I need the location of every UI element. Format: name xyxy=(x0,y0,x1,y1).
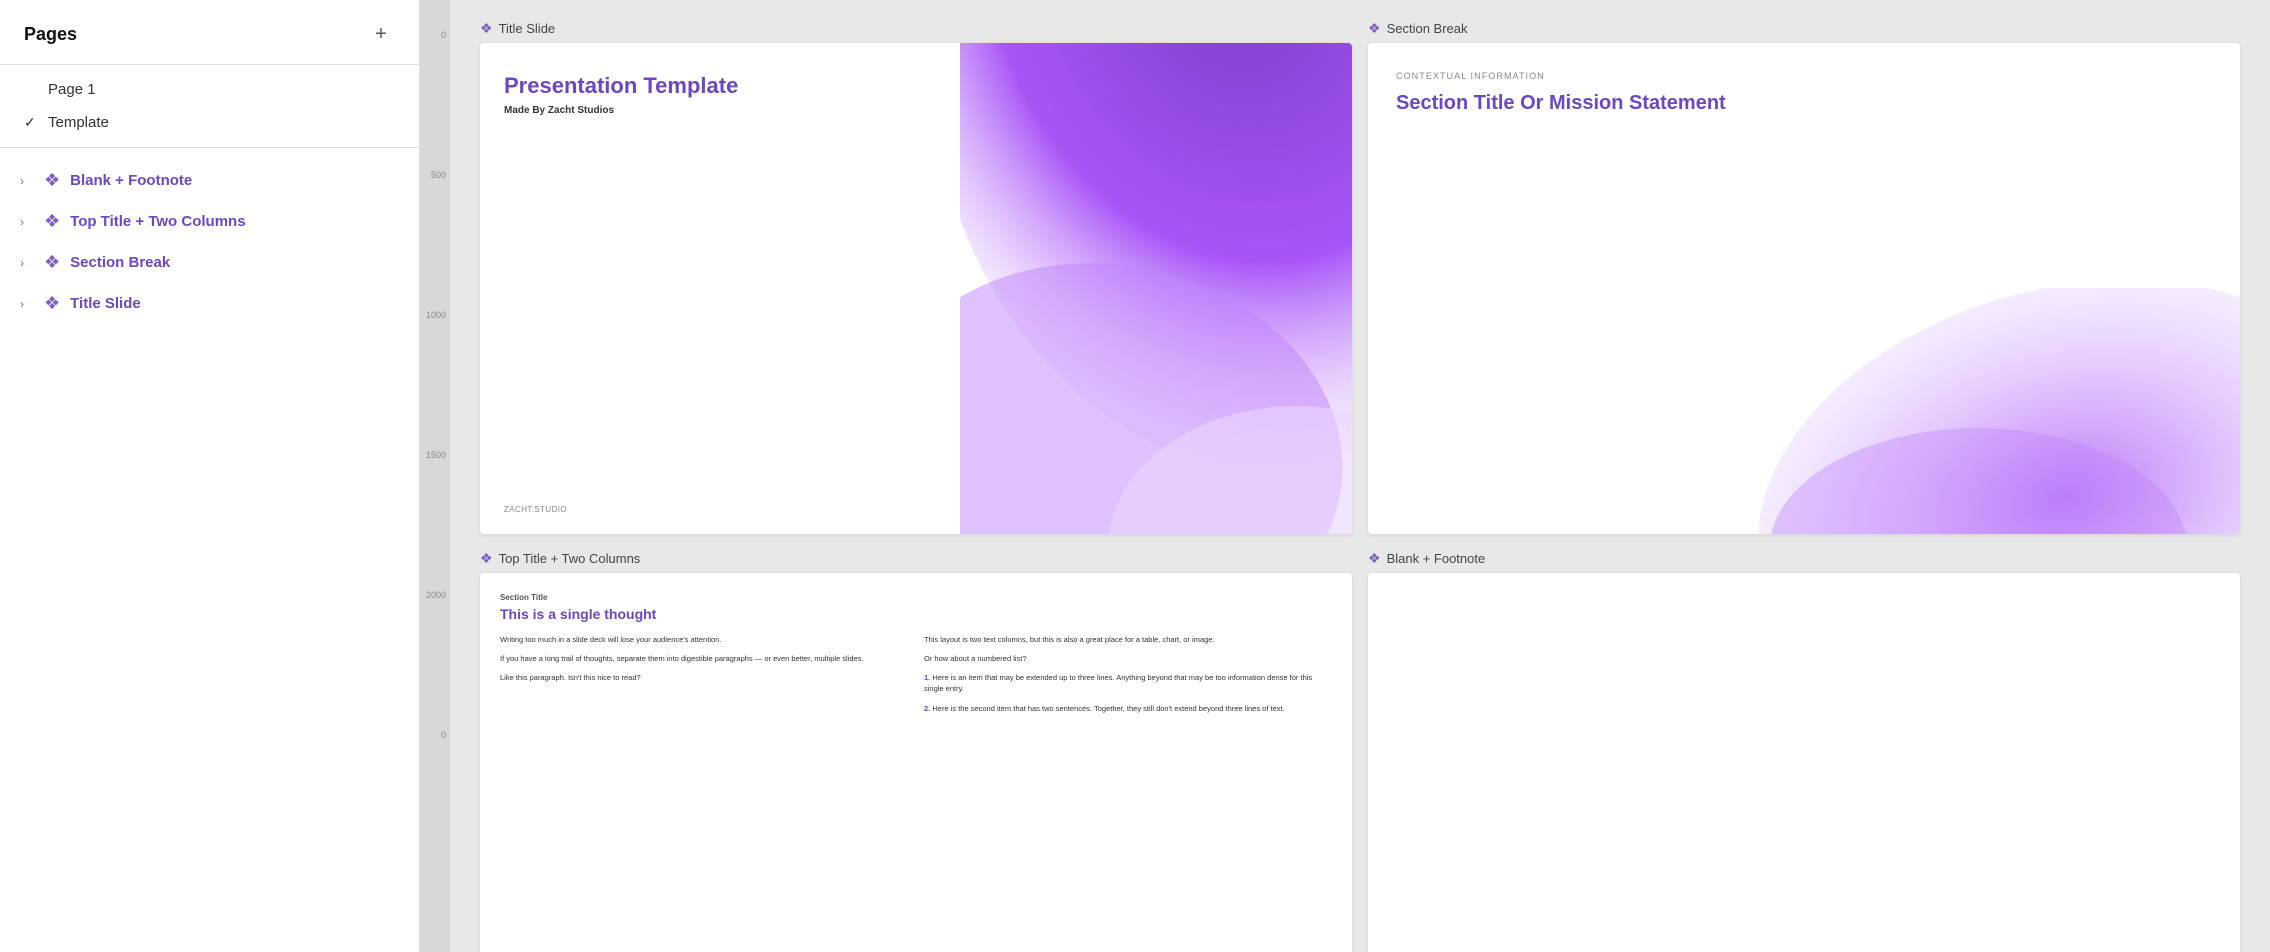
dots-icon-blank-footnote: ❖ xyxy=(1368,550,1381,567)
section-break-card[interactable]: CONTEXTUAL INFORMATION Section Title Or … xyxy=(1368,43,2240,534)
section-break-context-label: CONTEXTUAL INFORMATION xyxy=(1396,71,2212,81)
pages-list: Page 1 ✓ Template xyxy=(0,65,419,148)
section-break-label-row: ❖ Section Break xyxy=(1368,20,2240,37)
ruler-tick-0: 0 xyxy=(420,30,450,40)
two-col-right: This layout is two text columns, but thi… xyxy=(924,634,1332,952)
title-slide-main: Presentation Template Made By Zacht Stud… xyxy=(504,73,936,116)
layout-item-two-columns[interactable]: › ❖ Top Title + Two Columns xyxy=(0,201,419,242)
blank-footnote-card[interactable]: FOOTNOTE xyxy=(1368,573,2240,952)
title-slide-graphic xyxy=(960,43,1352,534)
title-slide-label: ❖ Title Slide xyxy=(480,20,1352,37)
title-slide-footer: ZACHT.STUDIO xyxy=(504,505,936,514)
grid-icon-section-break: ❖ xyxy=(44,252,60,273)
col2-num1: 1. xyxy=(924,673,930,682)
ruler-tick-1500: 1500 xyxy=(420,450,450,460)
col2-item2: 2. Here is the second item that has two … xyxy=(924,703,1332,714)
section-break-blob-graphic xyxy=(1717,288,2240,533)
ruler-tick-end: 0 xyxy=(420,730,450,740)
two-col-columns: Writing too much in a slide deck will lo… xyxy=(500,634,1332,952)
page-item-page1[interactable]: Page 1 xyxy=(0,73,419,106)
two-columns-inner: Section Title This is a single thought W… xyxy=(480,573,1352,952)
dots-icon-two-columns: ❖ xyxy=(480,550,493,567)
section-break-inner: CONTEXTUAL INFORMATION Section Title Or … xyxy=(1368,43,2240,534)
two-col-left: Writing too much in a slide deck will lo… xyxy=(500,634,908,952)
grid-icon-two-columns: ❖ xyxy=(44,211,60,232)
two-columns-label-row: ❖ Top Title + Two Columns xyxy=(480,550,1352,567)
sidebar: Pages + Page 1 ✓ Template › ❖ Blank + Fo… xyxy=(0,0,420,952)
check-icon-active: ✓ xyxy=(24,114,40,131)
dots-icon-title: ❖ xyxy=(480,20,493,37)
title-slide-card[interactable]: Presentation Template Made By Zacht Stud… xyxy=(480,43,1352,534)
grid-icon-blank-footnote: ❖ xyxy=(44,170,60,191)
blank-footnote-inner: FOOTNOTE xyxy=(1368,573,2240,952)
col1-p3: Like this paragraph. Isn't this nice to … xyxy=(500,672,908,683)
canvas-area: 0 500 1000 1500 2000 0 ❖ Title Slide Pre… xyxy=(420,0,2270,952)
ruler-tick-500: 500 xyxy=(420,170,450,180)
dots-icon-section: ❖ xyxy=(1368,20,1381,37)
expand-icon-two-columns: › xyxy=(20,215,34,229)
title-slide-wrapper: ❖ Title Slide Presentation Template Made… xyxy=(480,20,1352,534)
two-columns-wrapper: ❖ Top Title + Two Columns Section Title … xyxy=(480,550,1352,952)
ruler-left: 0 500 1000 1500 2000 0 xyxy=(420,0,450,952)
two-columns-card[interactable]: Section Title This is a single thought W… xyxy=(480,573,1352,952)
layout-label-title-slide: Title Slide xyxy=(70,295,141,312)
title-slide-content: Presentation Template Made By Zacht Stud… xyxy=(480,43,960,534)
two-columns-label-text: Top Title + Two Columns xyxy=(499,551,641,566)
section-break-wrapper: ❖ Section Break CONTEXTUAL INFORMATION S… xyxy=(1368,20,2240,534)
layout-item-section-break[interactable]: › ❖ Section Break xyxy=(0,242,419,283)
title-slide-inner: Presentation Template Made By Zacht Stud… xyxy=(480,43,1352,534)
col2-text2: Here is the second item that has two sen… xyxy=(932,704,1284,713)
expand-icon-title-slide: › xyxy=(20,297,34,311)
layout-label-blank-footnote: Blank + Footnote xyxy=(70,172,192,189)
title-slide-label-text: Title Slide xyxy=(499,21,556,36)
sidebar-title: Pages xyxy=(24,24,77,45)
layouts-list: › ❖ Blank + Footnote › ❖ Top Title + Two… xyxy=(0,148,419,336)
section-break-label-text: Section Break xyxy=(1387,21,1468,36)
col2-intro: This layout is two text columns, but thi… xyxy=(924,634,1332,645)
expand-icon-blank-footnote: › xyxy=(20,174,34,188)
two-col-section-label: Section Title xyxy=(500,593,1332,602)
canvas-grid: ❖ Title Slide Presentation Template Made… xyxy=(480,20,2240,952)
col2-item1: 1. Here is an item that may be extended … xyxy=(924,672,1332,695)
layout-label-section-break: Section Break xyxy=(70,254,170,271)
add-page-button[interactable]: + xyxy=(367,20,395,48)
col1-p2: If you have a long trail of thoughts, se… xyxy=(500,653,908,664)
col2-num2: 2. xyxy=(924,704,930,713)
ruler-tick-1000: 1000 xyxy=(420,310,450,320)
grid-icon-title-slide: ❖ xyxy=(44,293,60,314)
template-label: Template xyxy=(48,114,109,131)
sidebar-header: Pages + xyxy=(0,0,419,65)
blank-footnote-wrapper: ❖ Blank + Footnote FOOTNOTE xyxy=(1368,550,2240,952)
check-icon-empty xyxy=(24,82,40,98)
layout-label-two-columns: Top Title + Two Columns xyxy=(70,213,245,230)
blank-footnote-label-row: ❖ Blank + Footnote xyxy=(1368,550,2240,567)
two-col-title: This is a single thought xyxy=(500,606,1332,622)
section-break-title: Section Title Or Mission Statement xyxy=(1396,91,2212,115)
layout-item-blank-footnote[interactable]: › ❖ Blank + Footnote xyxy=(0,160,419,201)
col2-text1: Here is an item that may be extended up … xyxy=(924,673,1312,693)
title-slide-heading: Presentation Template xyxy=(504,73,936,99)
page-item-template[interactable]: ✓ Template xyxy=(0,106,419,139)
col2-question: Or how about a numbered list? xyxy=(924,653,1332,664)
blank-footnote-label-text: Blank + Footnote xyxy=(1387,551,1486,566)
col1-p1: Writing too much in a slide deck will lo… xyxy=(500,634,908,645)
page1-label: Page 1 xyxy=(48,81,96,98)
expand-icon-section-break: › xyxy=(20,256,34,270)
ruler-tick-2000: 2000 xyxy=(420,590,450,600)
layout-item-title-slide[interactable]: › ❖ Title Slide xyxy=(0,283,419,324)
title-slide-subtitle: Made By Zacht Studios xyxy=(504,105,936,116)
canvas-scroll[interactable]: ❖ Title Slide Presentation Template Made… xyxy=(450,0,2270,952)
